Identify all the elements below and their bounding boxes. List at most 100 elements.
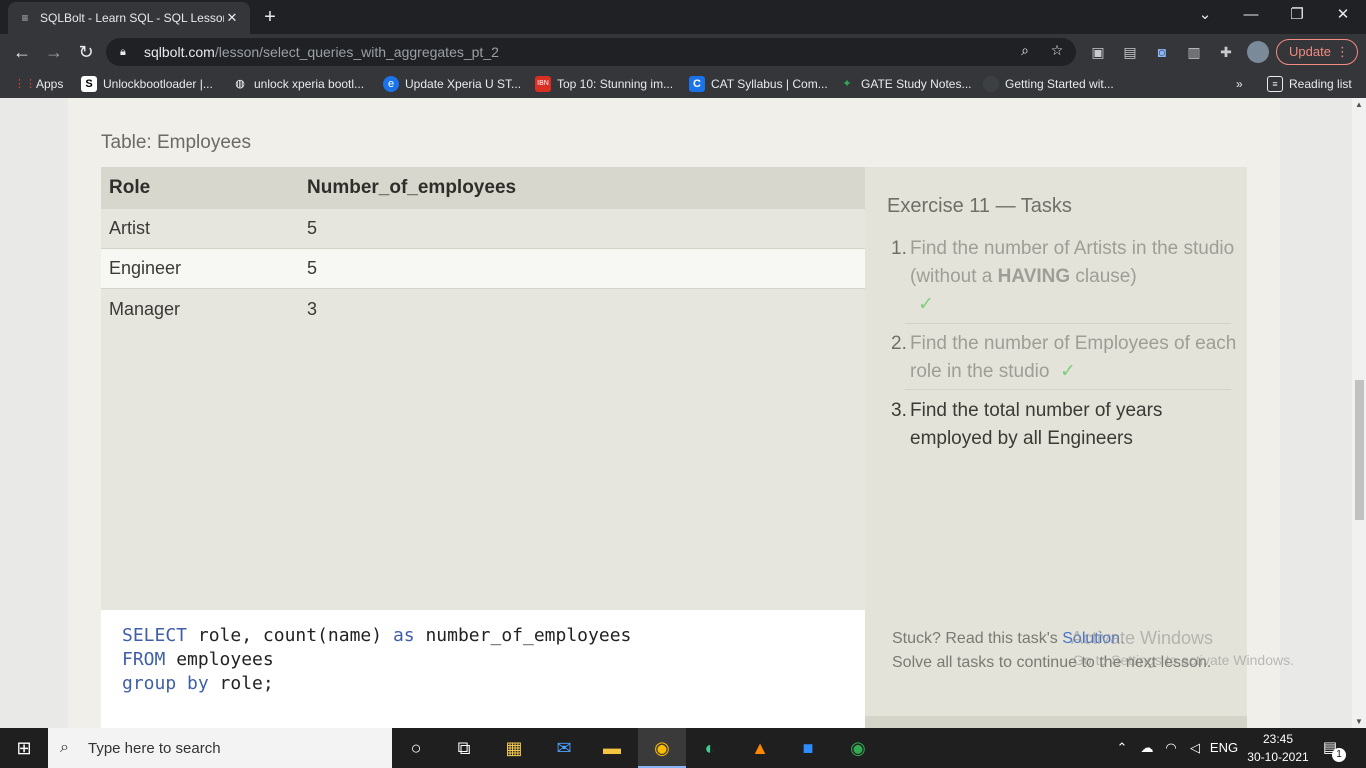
exercise-title: Exercise 11 — Tasks [887, 195, 1072, 217]
table-cell: Artist [109, 218, 151, 238]
bookmark-getting-started[interactable]: Getting Started wit... [983, 70, 1114, 98]
task-divider [905, 389, 1231, 390]
sql-query-editor[interactable]: SELECT role, count(name) as number_of_em… [101, 610, 865, 728]
s-logo-icon: S [81, 76, 97, 92]
task-divider [905, 323, 1231, 324]
update-label: Update [1289, 44, 1331, 59]
forward-arrow-icon[interactable]: → [40, 38, 68, 66]
task-number: 2. [891, 333, 907, 354]
minimize-button[interactable]: — [1228, 0, 1274, 30]
extension-touch-icon[interactable]: ▣ [1087, 41, 1109, 63]
page-scrollbar[interactable]: ▲ ▼ [1352, 98, 1366, 728]
update-button[interactable]: Update ⋮ [1276, 39, 1358, 65]
chrome-icon[interactable]: ◉ [638, 728, 686, 768]
bookmark-star-icon[interactable]: ☆ [1047, 40, 1067, 60]
scroll-up-arrow-icon[interactable]: ▲ [1352, 100, 1366, 109]
volume-icon[interactable]: ◁ [1184, 728, 1206, 768]
browser-tab[interactable]: ≡ SQLBolt - Learn SQL - SQL Lesson ✕ [8, 2, 250, 34]
task-number: 3. [891, 400, 907, 421]
mail-icon[interactable]: ✉ [540, 728, 588, 768]
bookmark-label: unlock xperia bootl... [254, 77, 365, 91]
task-item-current: 3. Find the total number of years employ… [891, 397, 1237, 453]
reading-list-button[interactable]: ≡ Reading list [1267, 70, 1352, 98]
reading-list-label: Reading list [1289, 77, 1352, 91]
checkmark-icon: ✓ [1059, 361, 1076, 382]
globe-icon: ◍ [235, 78, 245, 90]
tab-search-icon[interactable]: ⌄ [1182, 0, 1228, 30]
extension-doc-icon[interactable]: ▤ [1119, 41, 1141, 63]
edge-icon[interactable]: ◐ [686, 728, 734, 768]
restore-button[interactable]: ❐ [1274, 0, 1320, 30]
task-view-icon[interactable]: ⧉ [440, 728, 488, 768]
bookmark-label: Getting Started wit... [1005, 77, 1114, 91]
windows-taskbar: ⊞ ⌕ Type here to search ○ ⧉ ▦ ✉ ▬ ◉ ◐ ▲ … [0, 728, 1366, 768]
store-icon[interactable]: ▦ [490, 728, 538, 768]
taskbar-search-box[interactable]: ⌕ Type here to search [48, 728, 392, 768]
new-tab-button[interactable]: + [258, 5, 282, 29]
table-cell: Engineer [109, 258, 182, 278]
sql-keyword: FROM [122, 649, 166, 670]
file-explorer-icon[interactable]: ▬ [588, 728, 636, 768]
reading-list-icon: ≡ [1267, 76, 1283, 92]
bookmark-update-xperia[interactable]: e Update Xperia U ST... [383, 70, 521, 98]
table-header: Role Number_of_employees [101, 167, 865, 209]
notification-center-icon[interactable]: ▤ 1 [1318, 736, 1346, 762]
tab-close-icon[interactable]: ✕ [224, 10, 240, 26]
cortana-icon[interactable]: ○ [392, 728, 440, 768]
back-arrow-icon[interactable]: ← [8, 38, 36, 66]
table-cell: 5 [307, 218, 318, 238]
column-header-role: Role [109, 177, 151, 198]
extensions-puzzle-icon[interactable]: ✚ [1215, 41, 1237, 63]
chrome-profile-icon[interactable]: ◉ [834, 728, 882, 768]
reload-icon[interactable]: ↻ [72, 38, 100, 66]
language-indicator[interactable]: ENG [1208, 728, 1240, 768]
task-text-part: clause) [1070, 266, 1137, 287]
scrollbar-thumb[interactable] [1355, 380, 1364, 520]
bookmark-unlock-xperia[interactable]: ◍ unlock xperia bootl... [232, 70, 364, 98]
profile-avatar[interactable] [1247, 41, 1269, 63]
bookmarks-overflow-button[interactable]: » [1236, 70, 1243, 98]
bookmark-gate-study[interactable]: ✦ GATE Study Notes... [839, 70, 971, 98]
zoom-icon[interactable]: ⌕ [1015, 40, 1035, 60]
bookmark-cat-syllabus[interactable]: C CAT Syllabus | Com... [689, 70, 828, 98]
url-host: sqlbolt.com [144, 44, 215, 60]
tab-title: SQLBolt - Learn SQL - SQL Lesson [40, 11, 224, 25]
more-menu-icon[interactable]: ⋮ [1336, 40, 1349, 64]
scroll-down-arrow-icon[interactable]: ▼ [1352, 717, 1366, 726]
table-caption: Table: Employees [101, 132, 251, 153]
checkmark-icon: ✓ [918, 294, 934, 315]
apps-grid-icon: ⋮⋮ [14, 78, 36, 90]
results-table: Role Number_of_employees Artist 5 Engine… [101, 167, 865, 610]
windows-start-icon[interactable]: ⊞ [0, 728, 48, 768]
task-text: Find the number of Employees of each rol… [910, 330, 1237, 386]
activate-windows-watermark: Activate Windows Go to Settings to activ… [1071, 628, 1294, 668]
web-page: Table: Employees Role Number_of_employee… [0, 98, 1352, 728]
task-text: Find the number of Artists in the studio… [910, 235, 1237, 319]
table-cell: 3 [307, 298, 318, 319]
taskbar-clock[interactable]: 23:45 30-10-2021 [1244, 730, 1312, 766]
sql-text: employees [165, 649, 274, 670]
sql-text: number_of_employees [414, 625, 632, 646]
stuck-text: Stuck? Read this task's [892, 630, 1063, 647]
bookmark-label: CAT Syllabus | Com... [711, 77, 828, 91]
close-window-button[interactable]: ✕ [1320, 0, 1366, 30]
sql-keyword: SELECT [122, 625, 188, 646]
bookmark-unlockbootloader[interactable]: S Unlockbootloader |... [81, 70, 213, 98]
extension-chart-icon[interactable]: ▥ [1183, 41, 1205, 63]
onedrive-icon[interactable]: ☁ [1136, 728, 1158, 768]
bookmarks-bar: ⋮⋮ Apps S Unlockbootloader |... ◍ unlock… [0, 70, 1366, 98]
vlc-icon[interactable]: ▲ [736, 728, 784, 768]
task-item: 2. Find the number of Employees of each … [891, 330, 1237, 386]
bookmark-apps[interactable]: ⋮⋮ Apps [14, 70, 63, 98]
table-row: Engineer 5 [101, 249, 865, 289]
bookmark-top-10[interactable]: IBN Top 10: Stunning im... [535, 70, 673, 98]
task-bold-text: HAVING [997, 266, 1071, 287]
table-cell: 5 [307, 258, 318, 278]
zoom-app-icon[interactable]: ■ [784, 728, 832, 768]
show-hidden-icons-icon[interactable]: ⌃ [1112, 728, 1132, 768]
bookmark-label: Apps [36, 77, 64, 91]
address-bar[interactable]: 🔒︎ sqlbolt.com /lesson/select_queries_wi… [106, 38, 1076, 66]
wifi-icon[interactable]: ◠ [1160, 728, 1182, 768]
ibn-logo-icon: IBN [535, 76, 551, 92]
extension-camera-icon[interactable]: ◙ [1151, 41, 1173, 63]
